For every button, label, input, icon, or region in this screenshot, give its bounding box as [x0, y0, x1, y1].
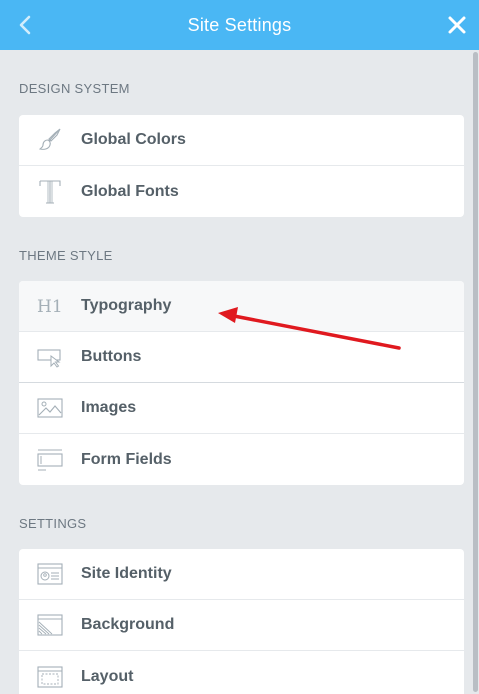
section-title-settings: SETTINGS [19, 516, 87, 531]
section-title-theme-style: THEME STYLE [19, 248, 113, 263]
menu-item-label: Global Colors [81, 131, 186, 148]
menu-item-label: Global Fonts [81, 182, 179, 200]
brush-icon [19, 115, 81, 166]
menu-item-label: Form Fields [81, 450, 172, 468]
image-icon [19, 383, 81, 434]
layout-icon [19, 651, 81, 694]
site-settings-panel: Site Settings DESIGN SYSTEM Global Color… [0, 0, 479, 694]
close-icon [448, 16, 466, 34]
menu-item-images[interactable]: Images [19, 383, 464, 434]
theme-style-card: H1 Typography Buttons Images Form Fields [19, 281, 464, 485]
panel-title: Site Settings [187, 14, 292, 35]
menu-item-label: Typography [81, 297, 172, 314]
menu-item-global-fonts[interactable]: Global Fonts [19, 166, 464, 217]
menu-item-label: Buttons [81, 348, 142, 365]
panel-header: Site Settings [0, 0, 479, 50]
menu-item-layout[interactable]: Layout [19, 651, 464, 694]
menu-item-label: Layout [81, 667, 134, 685]
chevron-left-icon [19, 15, 31, 35]
heading-h1-icon: H1 [19, 281, 81, 332]
settings-card: Site Identity Background Layout [19, 549, 464, 694]
menu-item-typography[interactable]: H1 Typography [19, 281, 464, 332]
menu-item-background[interactable]: Background [19, 600, 464, 651]
design-system-card: Global Colors Global Fonts [19, 115, 464, 217]
button-cursor-icon [19, 332, 81, 383]
back-button[interactable] [15, 13, 35, 37]
font-t-icon [19, 166, 81, 217]
menu-item-site-identity[interactable]: Site Identity [19, 549, 464, 600]
scrollbar-thumb[interactable] [473, 52, 478, 692]
menu-item-form-fields[interactable]: Form Fields [19, 434, 464, 485]
menu-item-label: Site Identity [81, 565, 172, 582]
section-title-design-system: DESIGN SYSTEM [19, 81, 130, 96]
close-button[interactable] [445, 13, 469, 37]
svg-text:H1: H1 [37, 297, 63, 316]
menu-item-label: Background [81, 616, 175, 633]
form-fields-icon [19, 434, 81, 485]
menu-item-global-colors[interactable]: Global Colors [19, 115, 464, 166]
menu-item-label: Images [81, 399, 137, 416]
site-identity-icon [19, 549, 81, 600]
menu-item-buttons[interactable]: Buttons [19, 332, 464, 383]
background-icon [19, 600, 81, 651]
